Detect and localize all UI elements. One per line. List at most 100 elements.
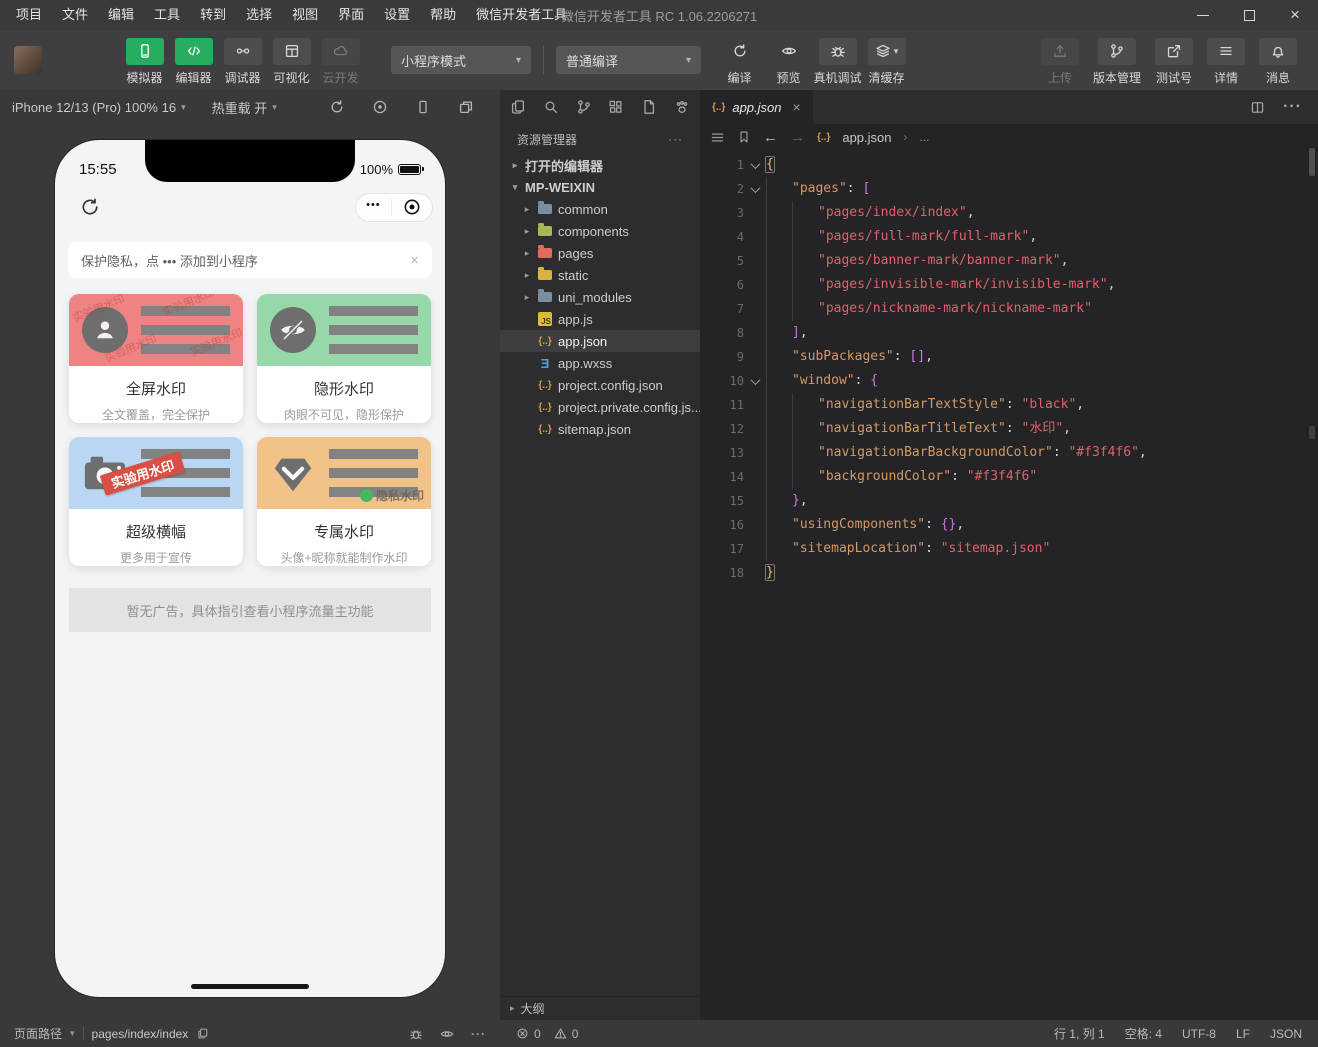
minimize-button[interactable] bbox=[1180, 0, 1226, 30]
menu-item-1[interactable]: 文件 bbox=[52, 0, 98, 30]
tree-item-static[interactable]: ▸ static bbox=[500, 264, 700, 286]
code-line-3[interactable]: 3 "pages/index/index", bbox=[700, 201, 1318, 225]
user-avatar[interactable] bbox=[14, 46, 42, 74]
editor-more-button[interactable]: ··· bbox=[1283, 98, 1302, 116]
debug-status-icon[interactable] bbox=[409, 1027, 423, 1041]
testid-button[interactable]: 测试号 bbox=[1148, 35, 1200, 86]
code-line-7[interactable]: 7 "pages/nickname-mark/nickname-mark" bbox=[700, 297, 1318, 321]
refresh-button[interactable] bbox=[79, 196, 101, 218]
code-line-5[interactable]: 5 "pages/banner-mark/banner-mark", bbox=[700, 249, 1318, 273]
navigate-forward-button[interactable]: → bbox=[790, 129, 805, 146]
watermark-card-2[interactable]: 隐形水印 肉眼不可见，隐形保护 bbox=[257, 294, 431, 423]
menu-item-8[interactable]: 设置 bbox=[374, 0, 420, 30]
explorer-more-button[interactable]: ··· bbox=[668, 132, 683, 146]
code-line-17[interactable]: 17 "sitemapLocation": "sitemap.json" bbox=[700, 537, 1318, 561]
split-editor-button[interactable] bbox=[1250, 100, 1265, 115]
upload-button[interactable]: 上传 bbox=[1034, 35, 1086, 86]
menu-item-9[interactable]: 帮助 bbox=[420, 0, 466, 30]
close-button[interactable]: × bbox=[1272, 0, 1318, 30]
code-line-13[interactable]: 13 "navigationBarBackgroundColor": "#f3f… bbox=[700, 441, 1318, 465]
visualizer-button[interactable]: 可视化 bbox=[267, 35, 316, 86]
preview-button[interactable]: 预览 bbox=[764, 35, 813, 86]
multiwindow-button[interactable] bbox=[458, 99, 474, 115]
watermark-card-3[interactable]: 实验用水印 超级横幅 更多用于宣传 bbox=[69, 437, 243, 566]
code-line-15[interactable]: 15 }, bbox=[700, 489, 1318, 513]
more-menu-button[interactable]: ••• bbox=[366, 199, 381, 215]
code-line-16[interactable]: 16 "usingComponents": {}, bbox=[700, 513, 1318, 537]
device-frame-button[interactable] bbox=[415, 99, 431, 115]
watermark-card-1[interactable]: 实验用水印 实验用水印 实验用水印 实验用水印 全屏水印 全文覆盖，完全保护 bbox=[69, 294, 243, 423]
tab-app-json[interactable]: {..} app.json × bbox=[700, 90, 813, 124]
language-mode[interactable]: JSON bbox=[1270, 1027, 1302, 1041]
details-button[interactable]: 详情 bbox=[1200, 35, 1252, 86]
device-debug-button[interactable]: 真机调试 bbox=[813, 35, 862, 86]
close-tab-icon[interactable]: × bbox=[793, 99, 801, 115]
editor-button[interactable]: 编辑器 bbox=[169, 35, 218, 86]
compile-button[interactable]: 编译 bbox=[715, 35, 764, 86]
menu-item-6[interactable]: 视图 bbox=[282, 0, 328, 30]
code-line-2[interactable]: 2 "pages": [ bbox=[700, 177, 1318, 201]
menu-item-3[interactable]: 工具 bbox=[144, 0, 190, 30]
extensions-button[interactable] bbox=[608, 99, 624, 115]
eol-setting[interactable]: LF bbox=[1236, 1027, 1250, 1041]
tree-item-uni-modules[interactable]: ▸ uni_modules bbox=[500, 286, 700, 308]
open-editors-section[interactable]: ▸ 打开的编辑器 bbox=[500, 154, 700, 176]
compile-mode-dropdown[interactable]: 普通编译 ▾ bbox=[556, 46, 701, 74]
bookmark-icon[interactable] bbox=[737, 130, 751, 144]
search-button[interactable] bbox=[543, 99, 559, 115]
breadcrumb-more[interactable]: ... bbox=[920, 130, 930, 144]
code-line-18[interactable]: 18 } bbox=[700, 561, 1318, 585]
device-selector[interactable]: iPhone 12/13 (Pro) 100% 16 ▾ bbox=[12, 100, 186, 115]
snippet-file-button[interactable] bbox=[641, 99, 657, 115]
code-line-6[interactable]: 6 "pages/invisible-mark/invisible-mark", bbox=[700, 273, 1318, 297]
navigate-back-button[interactable]: ← bbox=[763, 129, 778, 146]
menu-item-0[interactable]: 项目 bbox=[6, 0, 52, 30]
simulator-button[interactable]: 模拟器 bbox=[120, 35, 169, 86]
close-miniprogram-button[interactable] bbox=[402, 197, 422, 217]
status-more-button[interactable]: ··· bbox=[471, 1027, 486, 1041]
menu-item-5[interactable]: 选择 bbox=[236, 0, 282, 30]
problems-indicator[interactable]: 0 0 bbox=[500, 1027, 586, 1041]
maximize-button[interactable] bbox=[1226, 0, 1272, 30]
cursor-position[interactable]: 行 1, 列 1 bbox=[1054, 1025, 1105, 1042]
close-notice-icon[interactable]: × bbox=[410, 252, 419, 269]
version-button[interactable]: 版本管理 bbox=[1086, 35, 1148, 86]
files-button[interactable] bbox=[510, 99, 526, 115]
fold-toggle[interactable] bbox=[744, 158, 766, 169]
mode-dropdown[interactable]: 小程序模式 ▾ bbox=[391, 46, 531, 74]
outline-list-icon[interactable] bbox=[710, 130, 725, 145]
tree-item-app-json[interactable]: {..} app.json bbox=[500, 330, 700, 352]
project-root[interactable]: ▾ MP-WEIXIN bbox=[500, 176, 700, 198]
menu-item-7[interactable]: 界面 bbox=[328, 0, 374, 30]
code-editor[interactable]: 1 { 2 "pages": [ 3 "pages/index/index", … bbox=[700, 150, 1318, 1020]
debugger-button[interactable]: 调试器 bbox=[218, 35, 267, 86]
code-line-9[interactable]: 9 "subPackages": [], bbox=[700, 345, 1318, 369]
clear-cache-button[interactable]: ▾ 清缓存 bbox=[862, 35, 911, 86]
record-button[interactable] bbox=[372, 99, 388, 115]
tree-item-components[interactable]: ▸ components bbox=[500, 220, 700, 242]
code-line-4[interactable]: 4 "pages/full-mark/full-mark", bbox=[700, 225, 1318, 249]
outline-section[interactable]: ▸ 大纲 bbox=[500, 996, 700, 1020]
breadcrumb-file[interactable]: app.json bbox=[842, 130, 891, 145]
page-path-dropdown[interactable]: 页面路径 bbox=[14, 1025, 62, 1042]
menu-item-4[interactable]: 转到 bbox=[190, 0, 236, 30]
tree-item-project-config-json[interactable]: {..} project.config.json bbox=[500, 374, 700, 396]
message-button[interactable]: 消息 bbox=[1252, 35, 1304, 86]
tree-item-pages[interactable]: ▸ pages bbox=[500, 242, 700, 264]
paw-button[interactable] bbox=[674, 99, 690, 115]
cloud-button[interactable]: 云开发 bbox=[316, 35, 365, 86]
code-line-11[interactable]: 11 "navigationBarTextStyle": "black", bbox=[700, 393, 1318, 417]
tree-item-app-wxss[interactable]: Ǝapp.wxss bbox=[500, 352, 700, 374]
hot-reload-toggle[interactable]: 热重载 开 ▾ bbox=[212, 98, 277, 117]
tree-item-sitemap-json[interactable]: {..} sitemap.json bbox=[500, 418, 700, 440]
preview-status-icon[interactable] bbox=[440, 1027, 454, 1041]
tree-item-common[interactable]: ▸ common bbox=[500, 198, 700, 220]
fold-toggle[interactable] bbox=[744, 182, 766, 193]
code-line-1[interactable]: 1 { bbox=[700, 153, 1318, 177]
encoding-setting[interactable]: UTF-8 bbox=[1182, 1027, 1216, 1041]
fold-toggle[interactable] bbox=[744, 374, 766, 385]
tree-item-app-js[interactable]: JS app.js bbox=[500, 308, 700, 330]
copy-path-button[interactable] bbox=[196, 1027, 209, 1040]
menu-item-2[interactable]: 编辑 bbox=[98, 0, 144, 30]
source-control-button[interactable] bbox=[576, 99, 592, 115]
